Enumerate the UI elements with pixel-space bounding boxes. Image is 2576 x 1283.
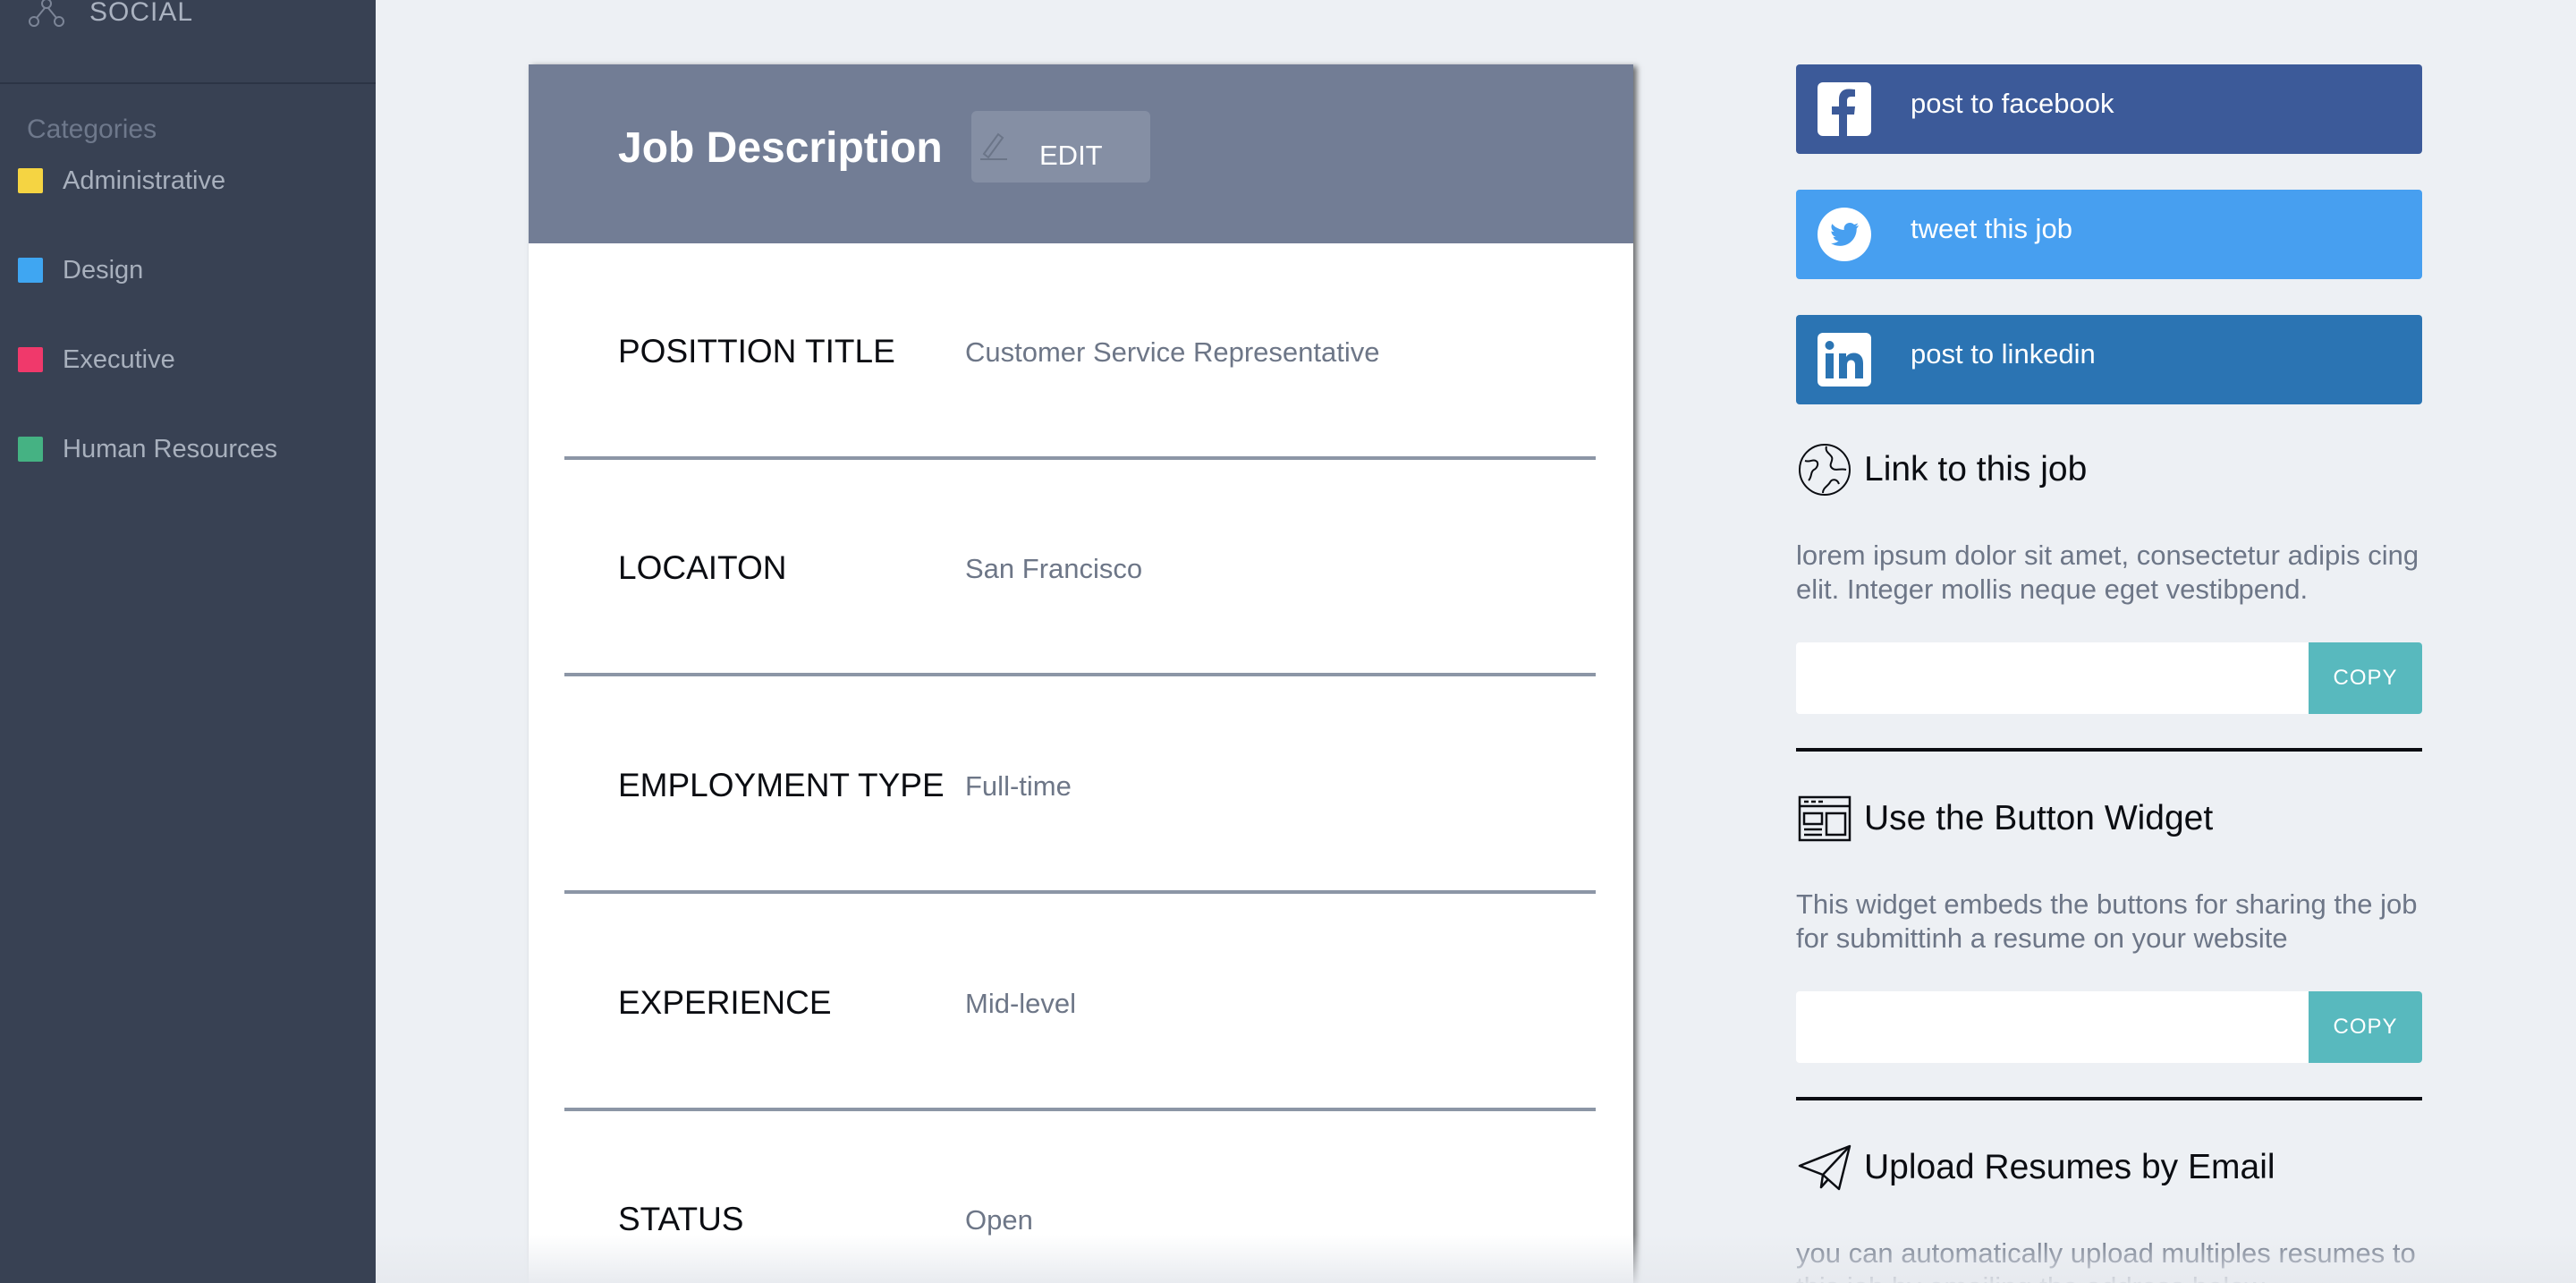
sidebar-item-social[interactable]: SOCIAL [27,0,193,30]
section-title: Upload Resumes by Email [1864,1148,2275,1186]
browser-window-icon [1798,795,1852,842]
category-label: Administrative [63,166,226,195]
facebook-icon [1818,82,1871,136]
paper-plane-icon [1798,1144,1852,1191]
field-value: San Francisco [965,553,1143,584]
share-label: tweet this job [1911,213,2072,244]
tweet-job-button[interactable]: tweet this job [1796,190,2422,279]
field-value: Open [965,1204,1033,1236]
widget-section-heading: Use the Button Widget [1796,787,2213,850]
link-section-heading: Link to this job [1796,438,2087,501]
sidebar-item-human-resources[interactable]: Human Resources [18,431,277,467]
category-label: Design [63,255,144,285]
sidebar-item-design[interactable]: Design [18,252,143,288]
field-row-position-title: POSITTION TITLE Customer Service Represe… [564,243,1596,460]
sidebar-item-executive[interactable]: Executive [18,342,175,378]
category-color-swatch [18,437,43,462]
widget-code-input[interactable] [1796,991,2308,1063]
widget-section-description: This widget embeds the buttons for shari… [1796,888,2418,954]
category-label: Human Resources [63,434,278,463]
field-row-status: STATUS Open [564,1111,1596,1283]
linkedin-icon [1818,333,1871,387]
category-label: Executive [63,344,175,374]
widget-copy-field: COPY [1796,991,2422,1063]
section-title: Link to this job [1864,450,2088,489]
pencil-icon [980,132,1007,160]
copy-link-button[interactable]: COPY [2309,642,2422,714]
link-copy-field: COPY [1796,642,2422,714]
share-label: post to facebook [1911,88,2114,119]
copy-widget-button[interactable]: COPY [2309,991,2422,1063]
category-color-swatch [18,258,43,283]
page-title: Job Description [618,124,943,172]
section-divider [1796,748,2422,752]
field-value: Customer Service Representative [965,336,1380,368]
link-section-description: lorem ipsum dolor sit amet, consectetur … [1796,540,2419,605]
globe-icon [1799,444,1851,496]
share-label: post to linkedin [1911,338,2096,370]
field-row-employment-type: EMPLOYMENT TYPE Full-time [564,677,1596,894]
share-network-icon [29,0,64,27]
field-label: EXPERIENCE [618,984,832,1021]
job-description-card: Job Description EDIT POSITTION TITLE Cus… [529,64,1633,1283]
category-color-swatch [18,347,43,372]
section-divider [1796,1097,2422,1100]
field-value: Mid-level [965,988,1077,1019]
field-label: EMPLOYMENT TYPE [618,767,945,803]
edit-button[interactable]: EDIT [971,111,1150,183]
sidebar-divider [0,82,376,84]
field-value: Full-time [965,770,1072,802]
email-section-description: you can automatically upload multiples r… [1796,1237,2416,1283]
field-label: STATUS [618,1201,744,1237]
twitter-icon [1818,208,1871,261]
sidebar-item-administrative[interactable]: Administrative [18,163,225,199]
card-header: Job Description EDIT [529,64,1633,243]
categories-heading: Categories [27,115,157,144]
email-section-heading: Upload Resumes by Email [1796,1136,2275,1199]
edit-label: EDIT [1039,140,1103,171]
field-label: LOCAITON [618,549,787,586]
sidebar: SOCIAL Categories Administrative Design … [0,0,376,1283]
field-row-location: LOCAITON San Francisco [564,460,1596,676]
post-to-linkedin-button[interactable]: post to linkedin [1796,315,2422,404]
sidebar-social-label: SOCIAL [89,0,194,27]
category-color-swatch [18,168,43,193]
job-link-input[interactable] [1796,642,2308,714]
section-title: Use the Button Widget [1864,799,2214,837]
post-to-facebook-button[interactable]: post to facebook [1796,64,2422,154]
field-label: POSITTION TITLE [618,333,895,370]
field-row-experience: EXPERIENCE Mid-level [564,895,1596,1111]
